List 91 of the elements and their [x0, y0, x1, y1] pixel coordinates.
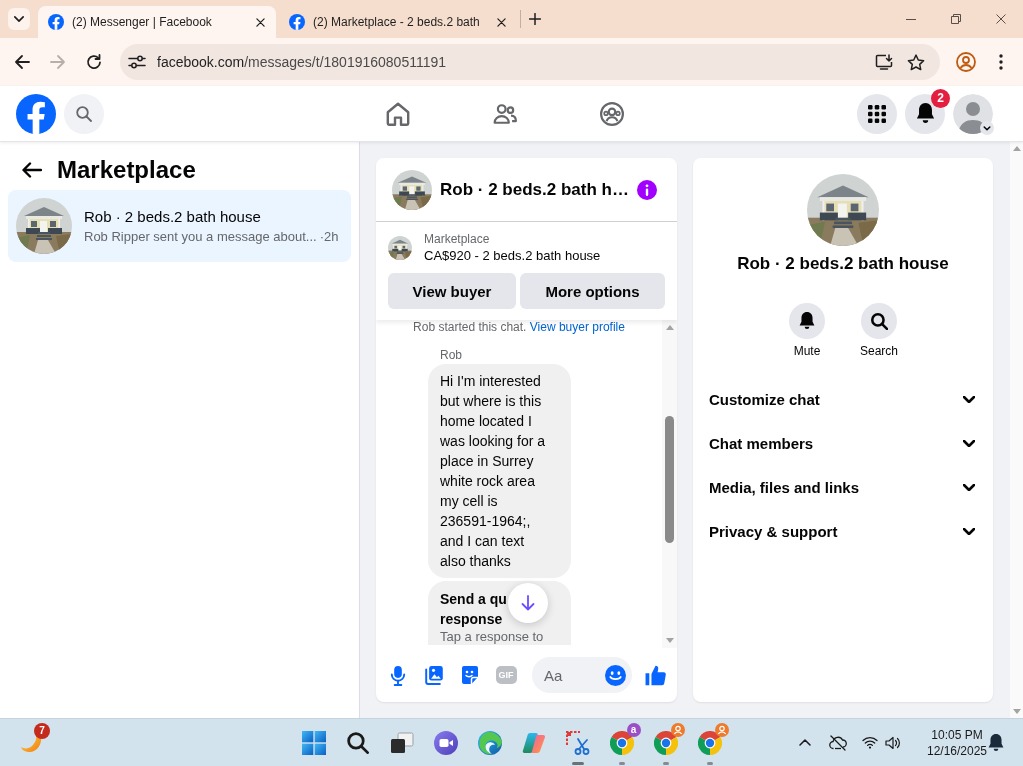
back-icon[interactable]: [14, 54, 30, 70]
new-tab-icon[interactable]: [529, 13, 541, 25]
notification-badge: 2: [931, 88, 950, 108]
logo-icon: [289, 14, 305, 30]
wifi-icon[interactable]: [862, 736, 878, 749]
browser-icon[interactable]: [653, 730, 678, 755]
logo-icon[interactable]: [16, 93, 56, 134]
notifications-button[interactable]: [905, 93, 945, 134]
action-label: Mute: [793, 344, 821, 358]
conversation-name: Rob · 2 beds.2 bath house: [84, 207, 262, 226]
listing-action-button[interactable]: View buyer: [388, 273, 516, 309]
grid-icon: [868, 104, 886, 123]
listing-title: CA$920 - 2 beds.2 bath house: [424, 247, 601, 265]
microphone-icon[interactable]: [390, 664, 406, 686]
ribbon-icon[interactable]: [521, 731, 546, 754]
cloud-off-icon[interactable]: [829, 734, 847, 751]
mute-button[interactable]: [789, 303, 825, 339]
bell-icon: [915, 103, 935, 124]
house-thumbnail: [388, 236, 412, 260]
chat-title: Rob · 2 beds.2 bath h…: [440, 179, 629, 200]
menu-icon[interactable]: [999, 54, 1003, 70]
close-tab-icon[interactable]: [256, 17, 265, 27]
system-message: Rob started this chat. View buyer profile: [412, 320, 626, 334]
task-view-icon[interactable]: [389, 731, 414, 754]
info-icon[interactable]: [637, 179, 657, 200]
search-button[interactable]: [861, 303, 897, 339]
close-tab-icon[interactable]: [497, 17, 506, 27]
conversation-item[interactable]: Rob · 2 beds.2 bath house Rob Ripper sent you a message about... ·2h: [8, 190, 351, 262]
profile-badge: a: [626, 722, 641, 737]
chevron-down-icon[interactable]: [980, 120, 994, 135]
browser-tab[interactable]: (2) Messenger | Facebook: [38, 6, 276, 38]
profile-badge-icon: [714, 722, 729, 737]
minimize-icon[interactable]: [905, 18, 916, 20]
quick-reply-title: Send a qu response: [440, 590, 507, 629]
section-row[interactable]: Media, files and links: [693, 465, 993, 509]
sidebar-title: Marketplace: [57, 156, 196, 184]
message-time: ·2h: [319, 229, 339, 245]
browser-tab[interactable]: (2) Marketplace - 2 beds.2 bath: [279, 6, 517, 38]
quick-reply-hint: Tap a response to: [440, 629, 544, 645]
section-row[interactable]: Customize chat: [693, 377, 993, 421]
profile-link[interactable]: View buyer profile: [529, 320, 625, 334]
notification-badge: 7: [34, 722, 50, 739]
section-row[interactable]: Chat members: [693, 421, 993, 465]
swirl-icon[interactable]: [477, 730, 502, 755]
install-icon[interactable]: [875, 54, 893, 70]
profile-badge-icon: [670, 722, 685, 737]
logo-icon: [48, 14, 64, 30]
friends-icon[interactable]: [493, 101, 517, 126]
bell-icon: [799, 312, 815, 330]
video-camera-icon[interactable]: [433, 730, 458, 755]
action-label: Search: [860, 344, 898, 358]
clock-time: 10:05 PM: [931, 726, 983, 743]
emoji-icon[interactable]: [605, 664, 626, 686]
groups-icon[interactable]: [600, 101, 624, 126]
listing-source: Marketplace: [424, 231, 491, 247]
section-row[interactable]: Privacy & support: [693, 509, 993, 553]
back-icon[interactable]: [22, 162, 42, 178]
message-preview: Rob Ripper sent you a message about...: [84, 229, 317, 245]
restore-icon[interactable]: [950, 14, 961, 24]
search-icon: [76, 105, 92, 122]
tab-list-button[interactable]: [8, 8, 30, 30]
photo-icon[interactable]: [424, 665, 444, 685]
profile-icon[interactable]: [956, 52, 976, 72]
details-title: Rob · 2 beds.2 bath house: [737, 254, 949, 274]
clock-date: 12/16/2025: [926, 742, 988, 759]
chevron-down-icon: [14, 16, 24, 22]
search-icon[interactable]: [346, 731, 369, 754]
message-bubble: Hi I'm interested but where is this home located I was looking for a place in Surrey white rock area my cell is 236591-1964;, and I can text also thanks: [428, 364, 571, 578]
sender-name: Rob: [440, 348, 462, 362]
close-icon[interactable]: [995, 14, 1006, 24]
bell-icon[interactable]: [988, 733, 1004, 752]
speaker-icon[interactable]: [885, 735, 901, 750]
listing-action-button[interactable]: More options: [520, 273, 665, 309]
home-icon[interactable]: [386, 101, 410, 126]
sticker-icon[interactable]: [460, 665, 480, 685]
address-field[interactable]: facebook.com/messages/t/1801916080511191: [120, 44, 940, 80]
arrow-down-icon: [521, 595, 535, 611]
tune-icon[interactable]: [128, 55, 146, 69]
chevron-up-icon[interactable]: [799, 739, 811, 746]
message-field[interactable]: Aa: [532, 657, 632, 693]
menu-button[interactable]: [857, 93, 897, 134]
scissors-icon[interactable]: [565, 730, 590, 755]
reload-icon[interactable]: [86, 54, 102, 70]
browser-icon[interactable]: [697, 730, 722, 755]
search-icon: [870, 312, 888, 330]
like-icon[interactable]: [644, 664, 666, 686]
scrollbar-thumb[interactable]: [665, 416, 674, 543]
house-thumbnail: [392, 169, 432, 210]
start-icon[interactable]: [301, 730, 326, 755]
house-thumbnail: [16, 198, 72, 254]
star-icon[interactable]: [907, 53, 925, 71]
